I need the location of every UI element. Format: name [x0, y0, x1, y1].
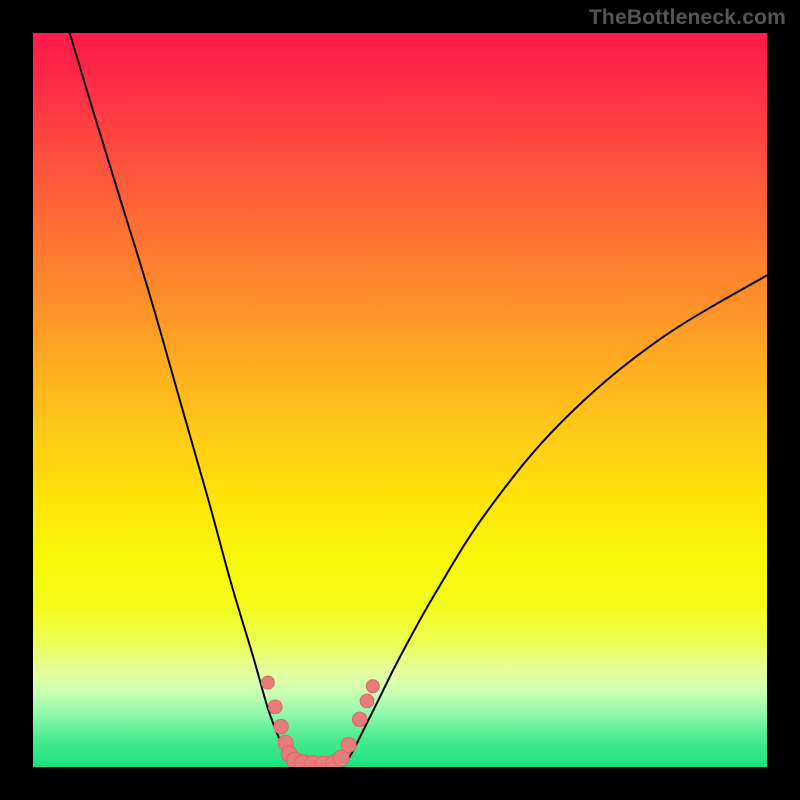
data-marker	[352, 712, 366, 726]
chart-frame: TheBottleneck.com	[0, 0, 800, 800]
data-marker	[274, 719, 288, 733]
data-marker	[261, 676, 274, 689]
chart-svg	[33, 33, 767, 767]
left-curve	[70, 33, 292, 763]
plot-area	[33, 33, 767, 767]
data-marker	[341, 737, 356, 752]
data-marker	[366, 680, 379, 693]
watermark-text: TheBottleneck.com	[589, 6, 786, 30]
data-marker	[360, 694, 374, 708]
marker-group	[261, 676, 379, 767]
data-marker	[268, 700, 282, 714]
right-curve	[345, 275, 767, 763]
curve-group	[70, 33, 767, 766]
